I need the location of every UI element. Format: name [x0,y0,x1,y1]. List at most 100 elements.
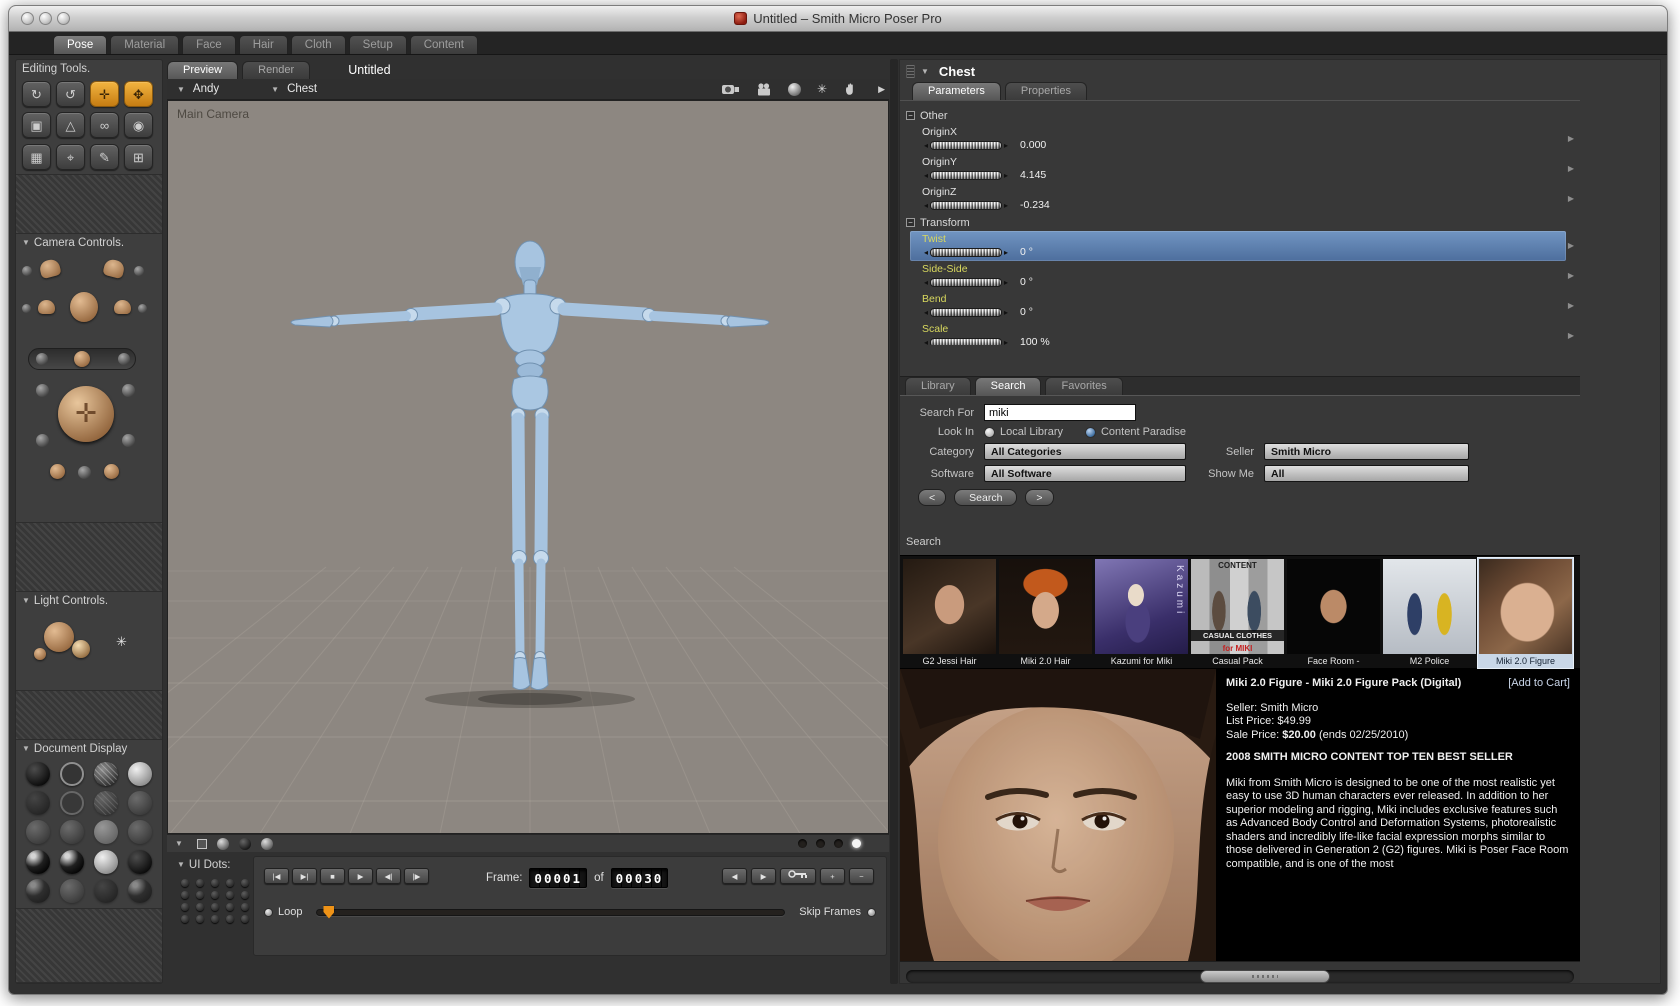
scrollbar-thumb[interactable] [1199,970,1330,983]
display-style-icon[interactable] [26,878,50,903]
display-style-icon[interactable] [94,820,118,845]
ui-dot[interactable] [181,891,189,899]
keyframe-marker[interactable] [323,905,335,919]
local-library-radio-label[interactable]: Local Library [1000,426,1063,438]
local-library-radio[interactable] [984,426,995,438]
result-thumbnail[interactable]: Kazumi Kazumi for Miki [1094,558,1189,668]
search-button[interactable]: Search [954,489,1018,506]
dial-right-arrow-icon[interactable]: ▸ [1002,278,1010,287]
display-style-icon[interactable] [26,791,50,816]
tracking-ball-dark-icon[interactable] [238,837,251,850]
dial-bar[interactable] [930,247,1003,257]
camera-corner-ball[interactable] [36,434,49,447]
ui-dot[interactable] [226,915,234,923]
figure-menu[interactable]: ▼ Andy [177,83,219,95]
tracking-ball-icon[interactable] [216,837,229,850]
display-style-icon[interactable] [60,820,84,845]
total-frames-counter[interactable]: 00030 [610,868,669,888]
tab-favorites[interactable]: Favorites [1045,377,1123,395]
ui-dot[interactable] [211,915,219,923]
tab-cloth[interactable]: Cloth [290,35,346,54]
dial-bar[interactable] [930,307,1003,317]
dial-right-arrow-icon[interactable]: ▸ [1002,338,1010,346]
parameter-dial[interactable]: ◂ ▸ [922,140,1014,150]
icon-scroll-arrow[interactable]: ▶ [878,84,885,95]
ui-dot[interactable] [211,903,219,911]
dial-bar[interactable] [930,200,1003,210]
edit-keyframes-button[interactable] [780,868,816,884]
tab-content[interactable]: Content [409,35,478,54]
param-menu-arrow[interactable]: ▶ [1568,164,1574,173]
dial-left-arrow-icon[interactable]: ◂ [922,171,930,180]
camera-dolly-ball[interactable] [134,266,144,276]
create-light-icon[interactable]: ✳ [116,634,127,650]
actor-menu[interactable]: ▼ Chest [271,83,317,95]
parameter-dial[interactable]: ◂ ▸ [922,277,1014,287]
ui-dot[interactable] [226,879,234,887]
ui-dot[interactable] [241,891,249,899]
collapse-triangle-icon[interactable]: ▼ [22,238,30,247]
scale-tool-button[interactable]: ▣ [22,112,51,139]
display-style-icon[interactable] [94,791,118,816]
first-frame-button[interactable]: |◀ [264,868,289,884]
param-menu-arrow[interactable]: ▶ [1568,134,1574,143]
param-menu-arrow[interactable]: ▶ [1568,194,1574,203]
display-style-silhouette-icon[interactable] [26,762,50,786]
param-menu-arrow[interactable]: ▶ [1568,271,1574,280]
display-style-outline-icon[interactable] [60,762,84,786]
tracking-dot[interactable] [816,839,825,848]
camera-ball[interactable] [138,304,147,313]
panel-divider-handle[interactable] [890,59,898,984]
ui-dot[interactable] [211,891,219,899]
tab-properties[interactable]: Properties [1004,82,1087,100]
dial-bar[interactable] [930,170,1003,180]
camera-trackball[interactable]: ✛ [58,386,114,442]
result-thumbnail[interactable]: Miki 2.0 Hair [998,558,1093,668]
tracking-ball-icon[interactable] [260,837,273,850]
step-back-button[interactable]: ◀| [376,868,401,884]
display-style-wireframe-icon[interactable] [94,762,118,786]
ui-dot[interactable] [196,915,204,923]
tracking-dot-active[interactable] [852,839,861,848]
dial-bar[interactable] [930,140,1003,150]
stop-button[interactable]: ■ [320,868,345,884]
tab-preview[interactable]: Preview [167,61,239,79]
hand-icon[interactable] [843,82,857,96]
view-magnifier-tool-button[interactable]: ⌖ [56,143,85,170]
dial-left-arrow-icon[interactable]: ◂ [922,248,930,257]
thumbnail-image[interactable]: Kazumi [1095,559,1188,654]
tab-hair[interactable]: Hair [238,35,288,54]
parameter-dial[interactable]: ◂ ▸ [922,170,1014,180]
camera-plane-ball[interactable] [74,351,90,367]
panel-grip[interactable] [906,64,915,78]
film-camera-icon[interactable] [756,82,772,96]
light-sphere[interactable] [72,640,90,658]
dial-bar[interactable] [930,277,1003,287]
loop-toggle[interactable] [264,907,273,917]
ui-dot[interactable] [181,915,189,923]
dial-left-arrow-icon[interactable]: ◂ [922,278,930,287]
next-key-button[interactable]: ▶ [751,868,776,884]
camera-corner-ball[interactable] [122,434,135,447]
ui-dot[interactable] [226,903,234,911]
content-paradise-radio-label[interactable]: Content Paradise [1101,426,1186,438]
thumbnail-image[interactable] [1383,559,1476,654]
ui-dot[interactable] [196,879,204,887]
previous-page-button[interactable]: < [918,489,947,506]
param-menu-arrow[interactable]: ▶ [1568,331,1574,340]
right-hand-camera-icon[interactable] [114,300,131,314]
thumbnail-image[interactable] [1287,559,1380,654]
translate-pull-tool-button[interactable]: ✛ [90,81,119,107]
horizontal-scrollbar[interactable] [906,970,1574,983]
dial-left-arrow-icon[interactable]: ◂ [922,338,930,346]
thumbnail-image[interactable] [903,559,996,654]
translate-in-out-tool-button[interactable]: ✥ [124,81,153,107]
collapse-triangle-icon[interactable]: ▼ [177,860,185,869]
parameter-dial[interactable]: ◂ ▸ [922,247,1014,257]
grouping-tool-button[interactable]: ▦ [22,143,51,170]
light-sphere[interactable] [44,622,74,652]
thumbnail-image[interactable] [1479,559,1572,654]
thumbnail-image[interactable] [999,559,1092,654]
dial-bar[interactable] [930,337,1003,345]
dial-left-arrow-icon[interactable]: ◂ [922,308,930,317]
